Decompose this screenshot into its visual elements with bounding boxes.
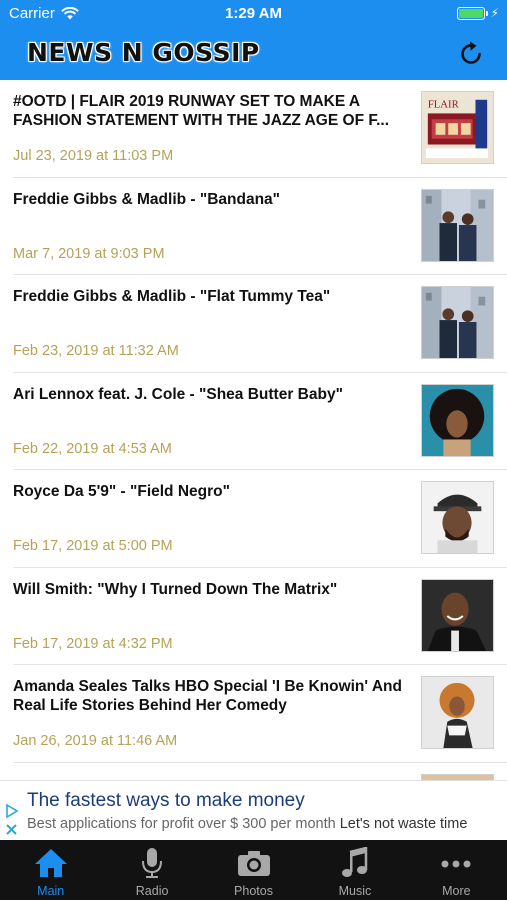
article-thumbnail [421,676,494,749]
tab-more[interactable]: More [406,840,507,900]
ad-body-suffix: Let's not waste time [339,816,468,832]
app-title: NEWS N GOSSIP [27,38,260,67]
ad-body[interactable]: Best applications for profit over $ 300 … [27,816,467,832]
article-item[interactable]: Freddie Gibbs & Madlib - "Bandana" Mar 7… [13,178,507,275]
article-title: #OOTD | FLAIR 2019 RUNWAY SET TO MAKE A … [13,93,390,129]
tab-radio[interactable]: Radio [101,840,202,900]
battery-icon [456,6,485,20]
article-title: Freddie Gibbs & Madlib - "Flat Tummy Tea… [13,288,331,305]
article-date: Feb 22, 2019 at 4:53 AM [13,440,172,457]
thumb-text: FLAIR [428,99,460,111]
article-title: Freddie Gibbs & Madlib - "Bandana" [13,190,281,208]
microphone-icon [142,848,163,878]
home-icon [34,849,67,877]
nav-bar: NEWS N GOSSIP [0,28,507,80]
article-date: Feb 23, 2019 at 11:32 AM [13,343,179,359]
ad-banner[interactable]: The fastest ways to make money Best appl… [0,780,507,840]
tab-music[interactable]: Music [304,840,405,900]
more-dots-icon [441,860,471,868]
article-thumbnail [421,578,494,652]
article-item[interactable]: Ari Lennox feat. J. Cole - "Shea Butter … [13,373,507,470]
article-thumbnail [421,188,494,262]
article-list[interactable]: #OOTD | FLAIR 2019 RUNWAY SET TO MAKE A … [0,80,507,780]
tab-label: Photos [234,884,273,898]
royce-da-59-portrait [422,482,493,553]
article-title: Will Smith: "Why I Turned Down The Matri… [13,580,338,598]
article-title: Amanda Seales Talks HBO Special 'I Be Kn… [13,678,402,714]
battery-indicator: ⚡ [456,6,499,20]
will-smith-portrait [422,579,493,651]
article-thumbnail: FLAIR [421,91,494,164]
battery-fill [458,8,483,18]
article-thumbnail [421,383,494,457]
amanda-seales-portrait [422,677,493,748]
article-title: Ari Lennox feat. J. Cole - "Shea Butter … [13,385,343,403]
freddie-gibbs-madlib-photo [422,189,493,261]
ad-headline[interactable]: The fastest ways to make money [27,790,305,812]
article-item[interactable]: Royce Da 5'9" - "Field Negro" Feb 17, 20… [13,470,507,568]
tab-label: More [442,884,471,898]
article-date: Mar 7, 2019 at 9:03 PM [13,245,165,262]
camera-icon [237,851,270,876]
article-thumbnail [421,286,494,359]
ari-lennox-portrait [422,384,493,456]
flair-poster-image: FLAIR [422,92,493,163]
article-date: Jan 26, 2019 at 11:46 AM [13,733,178,749]
tab-label: Radio [135,884,169,898]
article-date: Feb 17, 2019 at 4:32 PM [13,635,173,652]
article-item[interactable]: Freddie Gibbs & Madlib - "Flat Tummy Tea… [13,275,507,373]
article-thumbnail [421,481,494,554]
article-date: Feb 17, 2019 at 5:00 PM [13,538,173,554]
music-note-icon [341,847,368,877]
app-header: Carrier 1:29 AM ⚡ NEWS N GOSSIP [0,0,507,80]
article-item[interactable]: #OOTD | FLAIR 2019 RUNWAY SET TO MAKE A … [13,80,507,178]
ad-choices-icon[interactable] [4,803,20,839]
charging-bolt-icon: ⚡ [490,6,499,20]
ad-body-text: Best applications for profit over $ 300 … [27,816,336,832]
tab-label: Music [338,884,372,898]
freddie-gibbs-madlib-photo [422,287,493,358]
tab-label: Main [37,884,65,898]
status-time: 1:29 AM [225,5,282,22]
battery-cap [485,10,488,16]
article-item[interactable]: Amanda Seales Talks HBO Special 'I Be Kn… [13,665,507,763]
tab-main[interactable]: Main [0,840,101,900]
tab-photos[interactable]: Photos [203,840,304,900]
article-title: Royce Da 5'9" - "Field Negro" [13,483,230,500]
article-date: Jul 23, 2019 at 11:03 PM [13,148,174,164]
status-bar: Carrier 1:29 AM ⚡ [0,0,507,28]
article-item-partial[interactable] [13,763,507,780]
article-item[interactable]: Will Smith: "Why I Turned Down The Matri… [13,568,507,665]
refresh-icon[interactable] [457,40,485,68]
tab-bar: Main Radio Photos Music More [0,840,507,900]
